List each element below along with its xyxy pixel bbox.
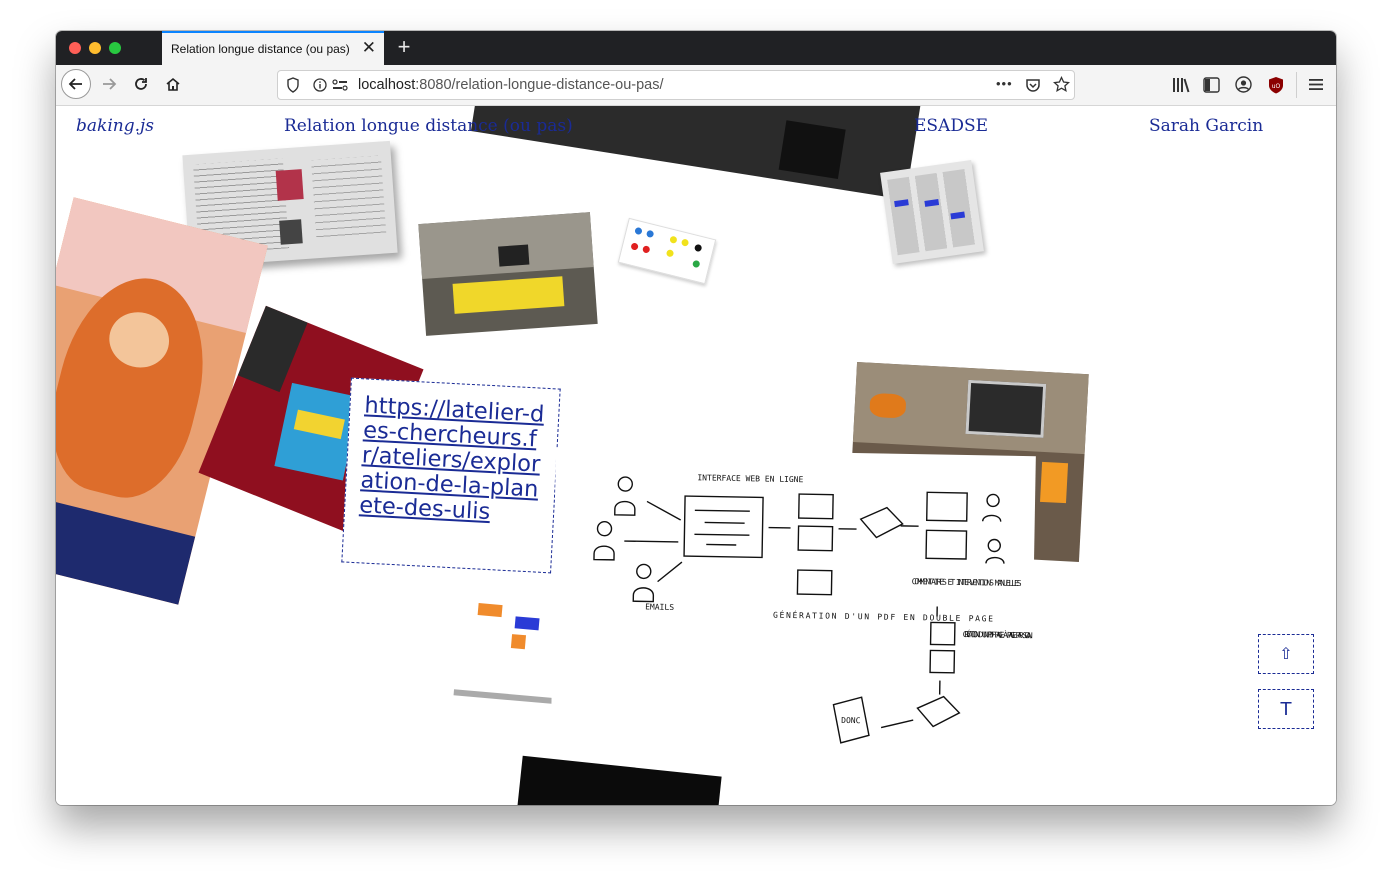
title-link[interactable]: Relation longue distance (ou pas) <box>284 116 573 136</box>
black-dot <box>693 243 703 253</box>
info-icon <box>313 78 327 92</box>
text-mode-button[interactable]: T <box>1258 689 1314 729</box>
back-button[interactable] <box>61 69 91 99</box>
back-arrow-icon <box>68 78 82 90</box>
oranges <box>869 392 907 419</box>
bookmark-star-icon[interactable] <box>1053 76 1070 93</box>
tab-bar: Relation longue distance (ou pas) ✕ + <box>56 31 1336 65</box>
diagram-drawing: INTERFACE WEB EN LIGNE EMAILS GÉNÉRATION… <box>593 473 1033 744</box>
pocket-icon[interactable] <box>1025 77 1041 93</box>
blue-dot <box>645 229 655 239</box>
url-host: localhost <box>358 77 416 93</box>
library-icon[interactable] <box>1172 77 1190 93</box>
reload-icon <box>135 78 147 90</box>
photo-detail <box>778 120 846 179</box>
yellow-dot <box>680 238 690 247</box>
workshop-photo[interactable] <box>418 212 598 336</box>
screenshot-portrait <box>279 219 303 245</box>
toolbar-separator <box>1296 72 1297 98</box>
green-dot <box>691 259 701 269</box>
tab-title: Relation longue distance (ou pas) <box>171 42 350 56</box>
account-icon[interactable] <box>1235 76 1252 93</box>
yellow-board <box>452 276 565 314</box>
interface-label: INTERFACE WEB EN LIGNE <box>697 473 803 484</box>
school-link[interactable]: ESADSE <box>914 116 988 136</box>
generation-label: GÉNÉRATION D'UN PDF EN DOUBLE PAGE <box>773 609 993 624</box>
navigation-toolbar: localhost:8080/relation-longue-distance-… <box>56 65 1336 106</box>
cup <box>1040 461 1069 504</box>
home-icon <box>166 77 180 91</box>
blue-shape <box>514 616 540 631</box>
url-text: localhost:8080/relation-longue-distance-… <box>358 77 664 93</box>
browser-window: Relation longue distance (ou pas) ✕ + lo… <box>56 31 1336 805</box>
hamburger-menu-icon[interactable] <box>1309 78 1323 91</box>
new-tab-button[interactable]: + <box>392 34 416 60</box>
text-icon: T <box>1280 698 1292 720</box>
screenshot-photo <box>275 169 304 201</box>
grid-screens-tile[interactable] <box>880 160 984 264</box>
creation-label: CRÉATION D'UN PDF PAGE À PAGE PAR SCAN <box>963 628 1033 640</box>
url-path: :8080/relation-longue-distance-ou-pas/ <box>415 77 664 93</box>
home-button[interactable] <box>158 69 188 99</box>
blue-dot <box>634 226 643 236</box>
tab-close-icon[interactable]: ✕ <box>362 38 376 58</box>
arrow-up-icon: ⇧ <box>1279 646 1293 663</box>
sidebar-icon[interactable] <box>1203 77 1220 93</box>
red-dot <box>630 242 639 251</box>
orange-shape <box>477 603 503 618</box>
yellow-dot <box>665 249 675 258</box>
page-actions-icon[interactable]: ••• <box>996 76 1013 91</box>
scroll-up-button[interactable]: ⇧ <box>1258 634 1314 674</box>
laptop <box>965 379 1047 438</box>
workshop-link[interactable]: https://latelier-des-chercheurs.fr/ateli… <box>359 392 545 525</box>
screenshot-column <box>311 155 387 241</box>
reload-button[interactable] <box>126 69 156 99</box>
permissions-icon <box>332 79 348 91</box>
author-link[interactable]: Sarah Garcin <box>1149 116 1263 136</box>
color-dots-card[interactable] <box>617 217 717 285</box>
forward-button[interactable] <box>94 69 124 99</box>
url-bar[interactable]: localhost:8080/relation-longue-distance-… <box>277 70 1075 100</box>
svg-text:uO: uO <box>1272 83 1281 90</box>
logo-link[interactable]: baking.js <box>76 116 154 136</box>
yellow-dot <box>669 235 678 244</box>
red-dot <box>642 245 651 254</box>
shield-icon <box>287 77 299 93</box>
link-card: https://latelier-des-chercheurs.fr/ateli… <box>341 377 561 574</box>
workflow-diagram[interactable]: INTERFACE WEB EN LIGNE EMAILS GÉNÉRATION… <box>550 447 1036 787</box>
page-content: https://latelier-des-chercheurs.fr/ateli… <box>56 106 1336 805</box>
close-window-button[interactable] <box>69 42 81 54</box>
minimize-window-button[interactable] <box>89 42 101 54</box>
tab-active[interactable]: Relation longue distance (ou pas) ✕ <box>162 31 384 65</box>
photo-bottom <box>56 488 196 605</box>
workshop-screen <box>498 244 530 267</box>
orange-shape <box>510 634 527 650</box>
forward-arrow-icon <box>103 78 117 90</box>
emails-label: EMAILS <box>645 602 674 612</box>
zoom-window-button[interactable] <box>109 42 121 54</box>
book-label: DONC <box>841 716 861 725</box>
ublock-origin-icon[interactable]: uO <box>1268 76 1284 94</box>
comments-label: COMMENTAIRES ET INTERVENTIONS MANUELLES <box>912 577 1022 588</box>
